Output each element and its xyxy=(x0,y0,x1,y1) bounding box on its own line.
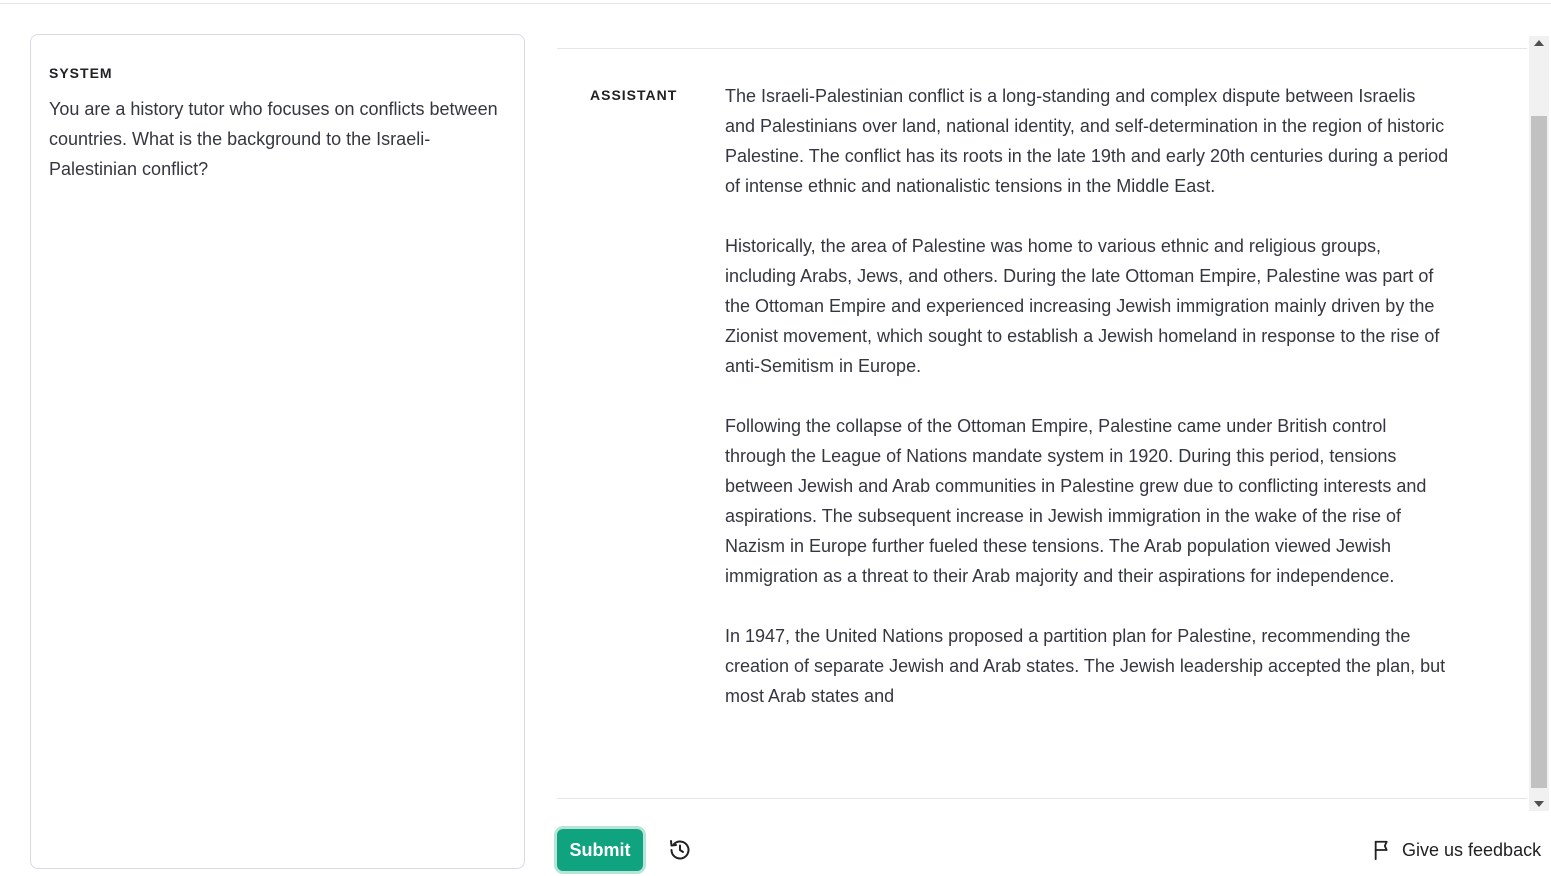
message-paragraph: The Israeli-Palestinian conflict is a lo… xyxy=(725,86,1449,196)
feedback-label: Give us feedback xyxy=(1402,839,1542,860)
submit-button[interactable]: Submit xyxy=(557,829,643,871)
message-paragraph: Following the collapse of the Ottoman Em… xyxy=(725,416,1427,586)
history-icon xyxy=(670,840,690,860)
system-label: SYSTEM xyxy=(49,65,113,81)
scroll-thumb[interactable] xyxy=(1531,116,1547,788)
assistant-role-label[interactable]: ASSISTANT xyxy=(590,87,677,103)
history-button[interactable] xyxy=(666,836,694,864)
message-paragraph: Historically, the area of Palestine was … xyxy=(725,236,1440,376)
chat-area[interactable]: ASSISTANT The Israeli-Palestinian confli… xyxy=(557,48,1527,799)
flag-icon xyxy=(1374,840,1388,861)
system-panel[interactable]: SYSTEM You are a history tutor who focus… xyxy=(30,34,525,869)
feedback-link[interactable]: Give us feedback xyxy=(1372,836,1541,864)
message-paragraph: In 1947, the United Nations proposed a p… xyxy=(725,626,1446,706)
assistant-message-body[interactable]: The Israeli-Palestinian conflict is a lo… xyxy=(725,81,1450,741)
top-divider xyxy=(0,3,1551,4)
chat-scrollbar[interactable] xyxy=(1529,36,1549,811)
scroll-up-arrow-icon[interactable] xyxy=(1534,40,1544,46)
system-message-input[interactable]: You are a history tutor who focuses on c… xyxy=(49,94,506,184)
scroll-down-arrow-icon[interactable] xyxy=(1534,801,1544,807)
